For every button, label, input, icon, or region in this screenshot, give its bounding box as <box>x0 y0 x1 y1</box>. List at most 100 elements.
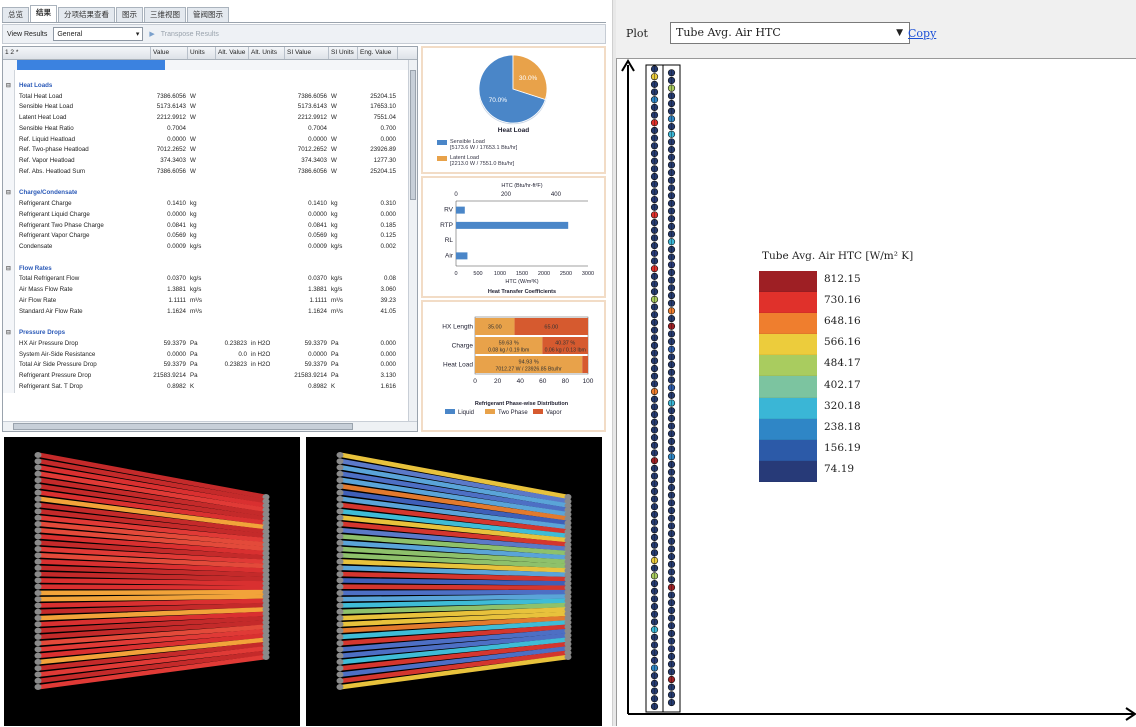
cell-au: in H2O <box>251 361 271 369</box>
tube-end <box>34 589 42 596</box>
coil-tube <box>339 594 571 602</box>
row-gutter <box>3 242 15 253</box>
tube-end <box>336 658 344 665</box>
cell-name: Ref. Liquid Heatload <box>19 135 76 143</box>
section-row[interactable]: ⊟ Flow Rates <box>3 263 408 275</box>
cell-v: 59.3379 <box>163 361 186 369</box>
table-row[interactable]: Sensible Heat Ratio 0.7004 0.7004 0.700 <box>3 123 408 135</box>
table-row[interactable]: Ref. Abs. Heatload Sum 7386.6056 W 7386.605… <box>3 166 408 178</box>
column-header[interactable]: SI Value <box>285 47 329 59</box>
table-row[interactable] <box>3 70 408 81</box>
table-row[interactable]: Ref. Vapor Heatload 374.3403 W 374.3403 W 127… <box>3 156 408 167</box>
table-row[interactable]: Refrigerant Two Phase Charge 0.0841 kg 0.08… <box>3 220 408 232</box>
table-row[interactable]: Sensible Heat Load 5173.6143 W 5173.6143 W 17… <box>3 102 408 114</box>
column-header[interactable]: Eng. Value <box>358 47 398 59</box>
column-header[interactable]: Units <box>188 47 216 59</box>
cell-sv: 0.1410 <box>308 200 327 207</box>
copy-link[interactable]: Copy <box>908 27 936 40</box>
column-header[interactable]: 1 2 * <box>3 47 151 59</box>
cell-au: in H2O <box>251 350 271 358</box>
cell-su: kg/s <box>331 243 343 250</box>
tab-4[interactable]: 三维视图 <box>144 7 186 22</box>
table-row[interactable]: System Air-Side Resistance 0.0000 Pa 0.0 in … <box>3 349 408 361</box>
coil-tube <box>37 594 269 602</box>
table-row[interactable]: Refrigerant Sat. T Drop 0.8982 K 0.8982 K 1.6… <box>3 381 408 393</box>
table-row[interactable] <box>3 317 408 329</box>
tab-1[interactable]: 结果 <box>30 5 57 22</box>
cell-su: W <box>331 114 337 121</box>
table-row[interactable] <box>3 177 408 189</box>
table-row[interactable]: Total Refrigerant Flow 0.0370 kg/s 0.0370 kg… <box>3 274 408 286</box>
table-row[interactable]: Refrigerant Pressure Drop 21583.9214 Pa 215… <box>3 371 408 382</box>
tab-0[interactable]: 总览 <box>2 7 29 22</box>
htc-bottom-tick: 1500 <box>516 271 528 277</box>
cell-u: m³/s <box>190 296 203 304</box>
plot-canvas[interactable]: Tube Avg. Air HTC [W/m² K] 812.15 730.16 6… <box>616 58 1136 726</box>
column-header[interactable]: Alt. Units <box>249 47 285 59</box>
cell-sv: 2212.9912 <box>297 114 327 121</box>
cell-u: Pa <box>190 361 198 369</box>
tube-end <box>34 452 42 458</box>
table-row[interactable]: Refrigerant Charge 0.1410 kg 0.1410 kg 0.310 <box>3 199 408 210</box>
tube-end <box>34 652 42 659</box>
tab-3[interactable]: 图示 <box>116 7 143 22</box>
heat-load-panel: 70.0% 30.0% Heat Load Sensible Load [5173.… <box>421 46 606 174</box>
coil-render-left[interactable] <box>4 437 300 726</box>
table-row[interactable]: Refrigerant Liquid Charge 0.0000 kg 0.0000 k… <box>3 209 408 221</box>
phase-legend-label: Vapor <box>546 410 562 416</box>
tab-2[interactable]: 分项结果查看 <box>58 7 115 22</box>
tube-end <box>34 658 42 665</box>
column-header[interactable]: Alt. Value <box>216 47 249 59</box>
table-row[interactable]: Air Flow Rate 1.1111 m³/s 1.1111 m³/s 39.23 <box>3 295 408 307</box>
cell-ev: 0.700 <box>380 124 396 132</box>
phase-tick: 60 <box>539 378 547 385</box>
cell-ev: 0.08 <box>383 275 396 283</box>
cell-ev: 3.130 <box>380 372 396 379</box>
table-row[interactable]: Refrigerant Vapor Charge 0.0569 kg 0.0569 kg… <box>3 231 408 243</box>
legend-value: 484.17 <box>824 357 861 370</box>
table-row[interactable]: HX Air Pressure Drop 59.3379 Pa 0.23823 in H… <box>3 338 408 350</box>
tab-5[interactable]: 管阀图示 <box>187 7 229 22</box>
tube-end <box>336 583 344 590</box>
tube-end <box>34 483 42 490</box>
table-row[interactable]: Latent Heat Load 2212.9912 W 2212.9912 W 7551… <box>3 113 408 124</box>
cell-u: m³/s <box>190 307 203 315</box>
table-row[interactable]: Ref. Liquid Heatload 0.0000 W 0.0000 W 0.000 <box>3 134 408 146</box>
tube-end <box>34 495 42 502</box>
legend-color <box>759 271 817 293</box>
tube-end <box>336 671 344 678</box>
coil-render-right[interactable] <box>306 437 602 726</box>
column-header[interactable]: Value <box>151 47 188 59</box>
tube-end <box>336 527 344 534</box>
table-row[interactable]: Air Mass Flow Rate 1.3881 kg/s 1.3881 kg/s 3.… <box>3 285 408 296</box>
phase-legend-swatch <box>533 409 543 414</box>
tube-end <box>336 452 344 458</box>
phase-segment-sublabel: 7012.27 W / 23926.85 Btu/hr <box>495 367 562 373</box>
table-row[interactable]: Total Air Side Pressure Drop 59.3379 Pa 0.2… <box>3 360 408 372</box>
tube-end <box>34 602 42 609</box>
column-header[interactable]: SI Units <box>329 47 358 59</box>
section-row[interactable]: ⊟ Heat Loads <box>3 80 408 92</box>
cell-su: Pa <box>331 372 339 379</box>
transpose-button[interactable]: Transpose Results <box>161 31 219 38</box>
vertical-scrollbar[interactable] <box>408 60 417 422</box>
results-grid: 1 2 * Value Units Alt. Value Alt. Units SI Va… <box>2 46 418 432</box>
tube-end <box>336 627 344 634</box>
table-row[interactable]: Total Heat Load 7386.6056 W 7386.6056 W 25204… <box>3 91 408 103</box>
table-row[interactable]: Condensate 0.0009 kg/s 0.0009 kg/s 0.002 <box>3 242 408 253</box>
tube-end <box>336 615 344 622</box>
selected-row[interactable] <box>3 60 408 70</box>
legend-color <box>759 292 817 314</box>
tube-end <box>34 571 42 578</box>
table-row[interactable]: Ref. Two-phase Heatload 7012.2652 W 7012.26… <box>3 145 408 157</box>
tube-end <box>564 654 572 660</box>
section-row[interactable]: ⊟ Charge/Condensate <box>3 188 408 200</box>
horizontal-scrollbar[interactable] <box>3 421 417 431</box>
view-results-select[interactable]: General ▾ <box>53 27 144 41</box>
table-row[interactable] <box>3 252 408 264</box>
tube-end <box>34 596 42 603</box>
table-row[interactable]: Standard Air Flow Rate 1.1624 m³/s 1.1624 m³… <box>3 306 408 318</box>
plot-select[interactable]: Tube Avg. Air HTC ▼ <box>670 22 910 44</box>
cell-v: 5173.6143 <box>156 103 186 111</box>
section-row[interactable]: ⊟ Pressure Drops <box>3 328 408 339</box>
